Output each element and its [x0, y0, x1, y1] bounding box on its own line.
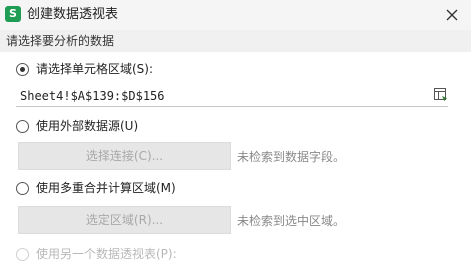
close-icon[interactable]	[442, 5, 462, 25]
title-bar: S 创建数据透视表	[0, 0, 471, 30]
no-ranges-hint: 未检索到选中区域。	[237, 214, 346, 228]
radio-button-checked[interactable]	[16, 62, 29, 76]
radio-multi-consolidation[interactable]: 使用多重合并计算区域(M)	[16, 179, 176, 197]
app-logo-icon: S	[5, 6, 21, 22]
radio-another-pivot-label: 使用另一个数据透视表(P):	[36, 247, 177, 261]
range-picker-icon[interactable]	[434, 88, 448, 102]
no-fields-hint: 未检索到数据字段。	[237, 150, 346, 164]
range-input[interactable]	[20, 87, 420, 105]
dialog-title: 创建数据透视表	[27, 7, 119, 22]
radio-external-source[interactable]: 使用外部数据源(U)	[16, 117, 138, 135]
radio-select-range[interactable]: 请选择单元格区域(S):	[16, 60, 153, 78]
section-header: 请选择要分析的数据	[0, 30, 471, 52]
radio-multi-consolidation-label: 使用多重合并计算区域(M)	[36, 181, 176, 195]
radio-button-disabled	[16, 247, 29, 261]
choose-connection-button[interactable]: 选择连接(C)...	[18, 142, 231, 170]
radio-another-pivot: 使用另一个数据透视表(P):	[16, 245, 177, 263]
radio-select-range-label: 请选择单元格区域(S):	[36, 62, 154, 76]
select-ranges-button[interactable]: 选定区域(R)...	[18, 206, 231, 234]
radio-external-source-label: 使用外部数据源(U)	[36, 119, 139, 133]
range-field	[16, 86, 448, 107]
radio-button[interactable]	[16, 119, 29, 133]
radio-button[interactable]	[16, 181, 29, 195]
section-header-label: 请选择要分析的数据	[6, 34, 115, 48]
